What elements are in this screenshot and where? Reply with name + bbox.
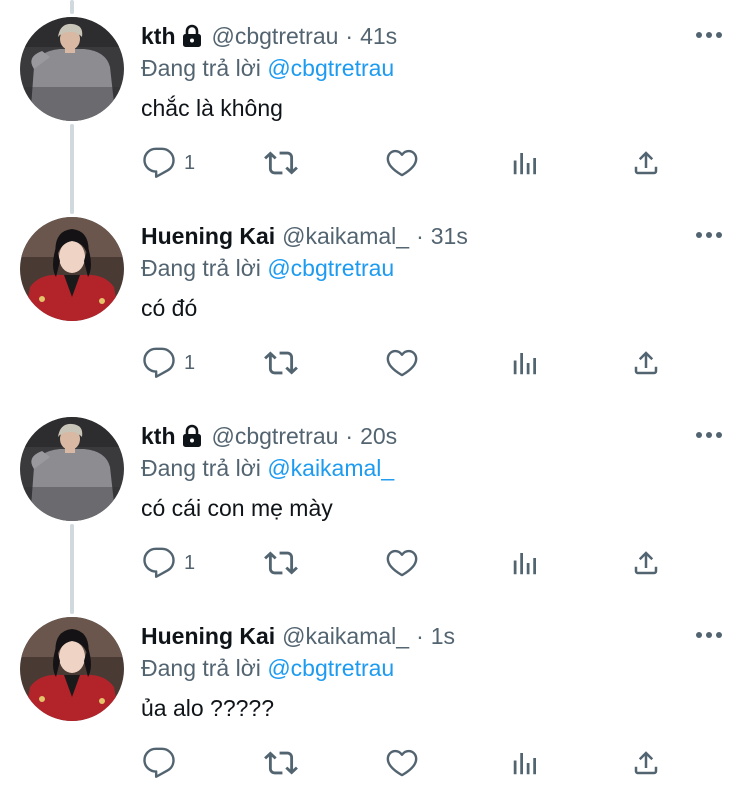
more-options-icon[interactable]	[694, 24, 724, 46]
avatar[interactable]	[20, 617, 124, 721]
tweet[interactable]: Huening Kai @kaikamal_ · 1s Đang trả lời…	[0, 600, 750, 800]
views-button[interactable]	[510, 333, 540, 393]
replying-to-handle[interactable]: @kaikamal_	[267, 455, 394, 481]
share-button[interactable]	[631, 533, 661, 593]
handle[interactable]: @cbgtretrau	[212, 420, 339, 452]
reply-count: 1	[184, 352, 196, 374]
share-icon	[631, 146, 661, 180]
heart-icon	[385, 146, 419, 180]
retweet-icon	[262, 546, 300, 580]
avatar[interactable]	[20, 417, 124, 521]
display-name[interactable]: kth	[141, 20, 176, 52]
reply-button[interactable]	[142, 733, 176, 793]
tweet-text: có đó	[141, 295, 198, 321]
replying-to: Đang trả lời @cbgtretrau	[141, 53, 394, 83]
share-icon	[631, 746, 661, 780]
separator-dot: ·	[416, 223, 424, 249]
tweet[interactable]: kth @cbgtretrau · 41s Đang trả lời @cbgt…	[0, 0, 750, 200]
tweet-header: kth @cbgtretrau · 20s	[141, 420, 397, 452]
more-options-icon[interactable]	[694, 424, 724, 446]
retweet-button[interactable]	[262, 533, 300, 593]
retweet-icon	[262, 346, 300, 380]
share-icon	[631, 346, 661, 380]
like-button[interactable]	[385, 333, 419, 393]
tweet-text: ủa alo ?????	[141, 695, 275, 721]
views-icon	[510, 546, 540, 580]
tweet-header: Huening Kai @kaikamal_ · 1s	[141, 620, 455, 652]
action-bar	[0, 733, 750, 793]
tweet-header: Huening Kai @kaikamal_ · 31s	[141, 220, 468, 252]
replying-to: Đang trả lời @cbgtretrau	[141, 653, 394, 683]
separator-dot: ·	[345, 423, 354, 449]
tweet-text: có cái con mẹ mày	[141, 495, 333, 521]
replying-to-label: Đang trả lời	[141, 255, 268, 281]
timestamp[interactable]: 1s	[431, 620, 455, 652]
heart-icon	[385, 346, 419, 380]
more-options-icon[interactable]	[694, 624, 724, 646]
replying-to-label: Đang trả lời	[141, 55, 268, 81]
tweet[interactable]: Huening Kai @kaikamal_ · 31s Đang trả lờ…	[0, 200, 750, 400]
views-icon	[510, 746, 540, 780]
avatar[interactable]	[20, 17, 124, 121]
share-button[interactable]	[631, 733, 661, 793]
retweet-button[interactable]	[262, 733, 300, 793]
avatar[interactable]	[20, 217, 124, 321]
display-name[interactable]: Huening Kai	[141, 220, 275, 252]
reply-button[interactable]: 1	[142, 533, 195, 593]
reply-icon	[142, 146, 176, 180]
replying-to: Đang trả lời @kaikamal_	[141, 453, 394, 483]
timestamp[interactable]: 41s	[360, 20, 397, 52]
like-button[interactable]	[385, 533, 419, 593]
share-button[interactable]	[631, 133, 661, 193]
separator-dot: ·	[345, 23, 354, 49]
display-name[interactable]: Huening Kai	[141, 620, 275, 652]
timestamp[interactable]: 20s	[360, 420, 397, 452]
separator-dot: ·	[416, 623, 424, 649]
action-bar: 1	[0, 133, 750, 193]
handle[interactable]: @cbgtretrau	[212, 20, 339, 52]
display-name[interactable]: kth	[141, 420, 176, 452]
replying-to-label: Đang trả lời	[141, 455, 268, 481]
reply-count: 1	[184, 552, 196, 574]
reply-icon	[142, 546, 176, 580]
like-button[interactable]	[385, 733, 419, 793]
lock-icon	[181, 24, 203, 48]
replying-to-handle[interactable]: @cbgtretrau	[267, 255, 394, 281]
views-button[interactable]	[510, 533, 540, 593]
reply-button[interactable]: 1	[142, 333, 195, 393]
reply-button[interactable]: 1	[142, 133, 195, 193]
reply-count: 1	[184, 152, 196, 174]
action-bar: 1	[0, 333, 750, 393]
replying-to: Đang trả lời @cbgtretrau	[141, 253, 394, 283]
heart-icon	[385, 746, 419, 780]
views-icon	[510, 146, 540, 180]
retweet-button[interactable]	[262, 333, 300, 393]
share-button[interactable]	[631, 333, 661, 393]
tweet[interactable]: kth @cbgtretrau · 20s Đang trả lời @kaik…	[0, 400, 750, 600]
retweet-icon	[262, 746, 300, 780]
reply-icon	[142, 346, 176, 380]
share-icon	[631, 546, 661, 580]
replying-to-handle[interactable]: @cbgtretrau	[267, 55, 394, 81]
views-button[interactable]	[510, 133, 540, 193]
reply-icon	[142, 746, 176, 780]
views-button[interactable]	[510, 733, 540, 793]
retweet-icon	[262, 146, 300, 180]
action-bar: 1	[0, 533, 750, 593]
replying-to-handle[interactable]: @cbgtretrau	[267, 655, 394, 681]
handle[interactable]: @kaikamal_	[282, 620, 409, 652]
timestamp[interactable]: 31s	[431, 220, 468, 252]
tweet-text: chắc là không	[141, 95, 283, 121]
more-options-icon[interactable]	[694, 224, 724, 246]
heart-icon	[385, 546, 419, 580]
replying-to-label: Đang trả lời	[141, 655, 268, 681]
retweet-button[interactable]	[262, 133, 300, 193]
handle[interactable]: @kaikamal_	[282, 220, 409, 252]
views-icon	[510, 346, 540, 380]
lock-icon	[181, 424, 203, 448]
tweet-header: kth @cbgtretrau · 41s	[141, 20, 397, 52]
like-button[interactable]	[385, 133, 419, 193]
